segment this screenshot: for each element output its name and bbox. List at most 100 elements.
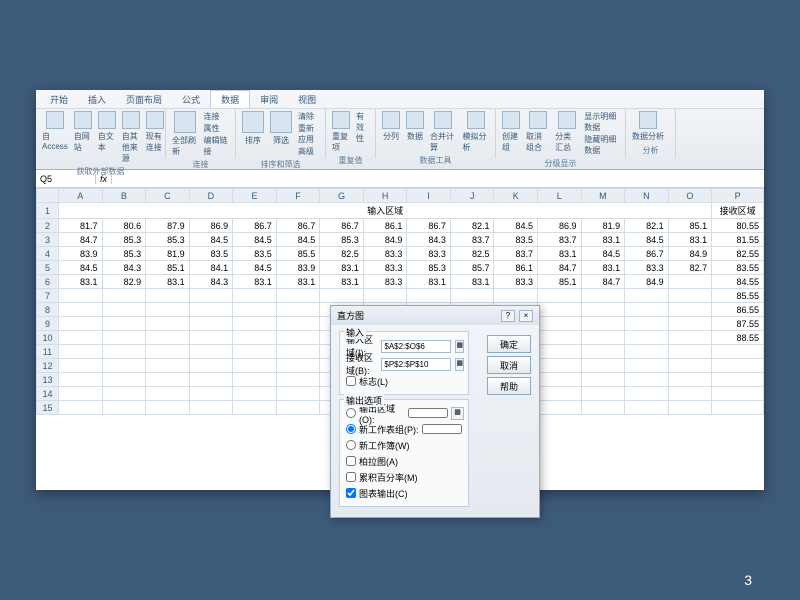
from-web-button[interactable]: 自网站 [74,111,92,153]
cell[interactable] [581,331,625,345]
cell[interactable]: 81.9 [146,247,190,261]
consolidate-button[interactable]: 合并计算 [430,111,457,153]
tab-view[interactable]: 视图 [288,91,326,108]
cell[interactable]: 82.55 [712,247,764,261]
cell[interactable]: 84.9 [363,233,407,247]
row-header[interactable]: 14 [37,387,59,401]
cell[interactable]: 85.3 [146,233,190,247]
col-header[interactable]: L [538,189,582,203]
cell[interactable]: 82.1 [450,219,494,233]
ungroup-button[interactable]: 取消组合 [526,111,549,153]
cell[interactable] [146,289,190,303]
cell[interactable]: 84.5 [233,261,277,275]
cell[interactable] [407,289,451,303]
range-picker-icon[interactable]: ▦ [455,358,464,371]
cell[interactable]: 85.1 [146,261,190,275]
cell[interactable]: 85.3 [320,233,364,247]
cell[interactable] [59,373,103,387]
cell[interactable] [189,289,233,303]
cell[interactable]: 87.9 [146,219,190,233]
tab-review[interactable]: 审阅 [250,91,288,108]
cell[interactable] [276,317,320,331]
help-icon[interactable]: ? [501,310,515,322]
cell[interactable]: 86.55 [712,303,764,317]
cell[interactable] [668,275,712,289]
cell[interactable]: 84.5 [189,233,233,247]
cell[interactable] [146,331,190,345]
row-header[interactable]: 11 [37,345,59,359]
cancel-button[interactable]: 取消 [487,356,531,374]
cell[interactable] [59,345,103,359]
col-header[interactable]: M [581,189,625,203]
cell[interactable]: 82.5 [450,247,494,261]
cell[interactable] [668,373,712,387]
cell[interactable] [189,387,233,401]
cell[interactable] [625,387,669,401]
cell[interactable] [146,387,190,401]
cell[interactable] [102,317,146,331]
cell[interactable]: 83.7 [494,247,538,261]
name-box[interactable]: Q5 [36,174,96,184]
cell[interactable] [712,373,764,387]
cell[interactable] [538,317,582,331]
cell[interactable] [625,345,669,359]
cell[interactable]: 84.5 [233,233,277,247]
cell[interactable]: 83.3 [494,275,538,289]
advanced-link[interactable]: 高级 [298,146,319,157]
pareto-checkbox[interactable] [346,456,356,466]
cell[interactable]: 86.7 [320,219,364,233]
cell[interactable] [276,331,320,345]
cell[interactable] [189,303,233,317]
cell[interactable]: 84.1 [189,261,233,275]
clear-link[interactable]: 清除 [298,111,319,122]
row-header[interactable]: 9 [37,317,59,331]
cell[interactable] [668,331,712,345]
chart-out-checkbox[interactable] [346,488,356,498]
cell[interactable]: 81.7 [59,219,103,233]
cell[interactable]: 84.5 [494,219,538,233]
cell[interactable] [668,359,712,373]
cell[interactable] [189,331,233,345]
cell[interactable]: 83.1 [581,261,625,275]
from-other-button[interactable]: 自其他来源 [122,111,140,164]
cell[interactable]: 84.5 [581,247,625,261]
cell[interactable] [625,401,669,415]
row-header[interactable]: 1 [37,203,59,219]
row-header[interactable]: 8 [37,303,59,317]
cell[interactable] [581,359,625,373]
receive-range-field[interactable] [381,358,451,371]
cell[interactable]: 84.5 [59,261,103,275]
cell[interactable] [102,289,146,303]
cell[interactable] [233,289,277,303]
cell[interactable]: 83.3 [363,261,407,275]
cell[interactable]: 80.6 [102,219,146,233]
cell[interactable]: 82.5 [320,247,364,261]
cell[interactable] [276,401,320,415]
col-header[interactable]: G [320,189,364,203]
col-header[interactable]: D [189,189,233,203]
col-header[interactable]: P [712,189,764,203]
edit-links-link[interactable]: 编辑链接 [204,135,230,157]
cell[interactable]: 85.5 [276,247,320,261]
fx-icon[interactable]: fx [96,174,112,184]
cell[interactable] [233,387,277,401]
row-header[interactable]: 4 [37,247,59,261]
cell[interactable]: 85.1 [668,219,712,233]
cell[interactable] [494,289,538,303]
cell[interactable] [276,303,320,317]
cell[interactable] [233,345,277,359]
cell[interactable] [189,359,233,373]
cell[interactable] [276,387,320,401]
tab-home[interactable]: 开始 [40,91,78,108]
row-header[interactable]: 15 [37,401,59,415]
cell[interactable] [233,401,277,415]
cell[interactable] [363,289,407,303]
cell[interactable]: 83.9 [276,261,320,275]
cell[interactable]: 84.5 [276,233,320,247]
cell[interactable] [450,289,494,303]
cell[interactable]: 83.1 [320,261,364,275]
cell[interactable]: 86.9 [538,219,582,233]
cell[interactable] [233,373,277,387]
cell[interactable]: 85.3 [407,261,451,275]
cell[interactable] [102,345,146,359]
